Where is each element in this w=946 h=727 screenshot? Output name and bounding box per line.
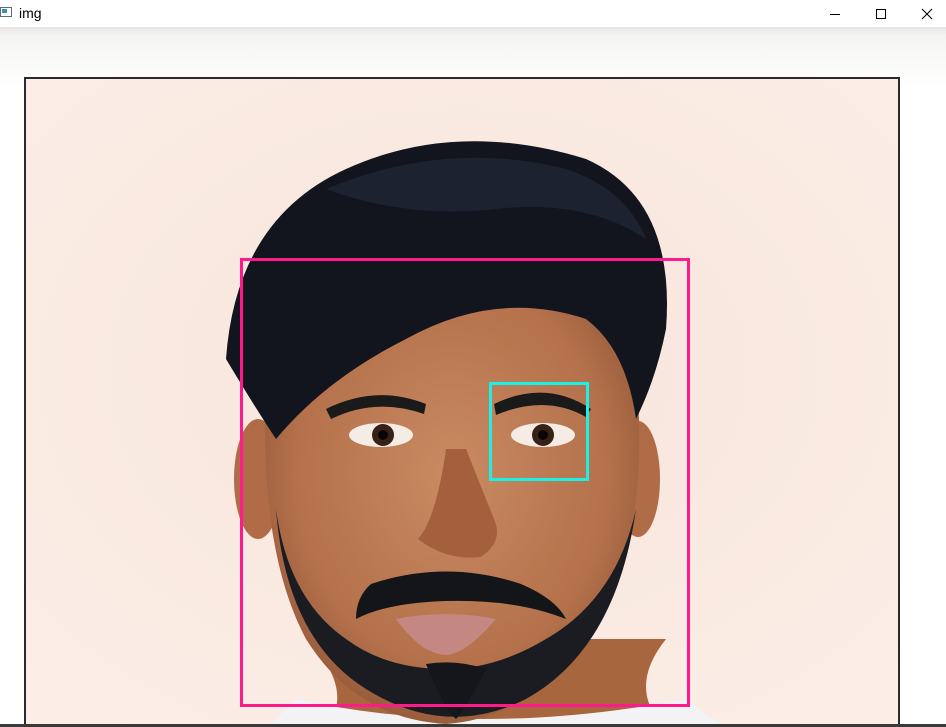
maximize-icon	[876, 8, 886, 19]
app-icon	[0, 7, 12, 17]
title-bar[interactable]: img	[0, 0, 946, 27]
eye-detection-box	[489, 382, 589, 481]
minimize-icon	[830, 13, 840, 15]
window-title: img	[19, 5, 42, 21]
close-icon	[921, 8, 933, 19]
maximize-button[interactable]	[858, 0, 904, 27]
minimize-button[interactable]	[812, 0, 858, 27]
face-detection-box	[240, 258, 690, 707]
image-canvas	[0, 27, 946, 727]
image-viewer-window: img	[0, 0, 946, 727]
image-display-area	[0, 27, 946, 727]
close-button[interactable]	[904, 0, 946, 27]
